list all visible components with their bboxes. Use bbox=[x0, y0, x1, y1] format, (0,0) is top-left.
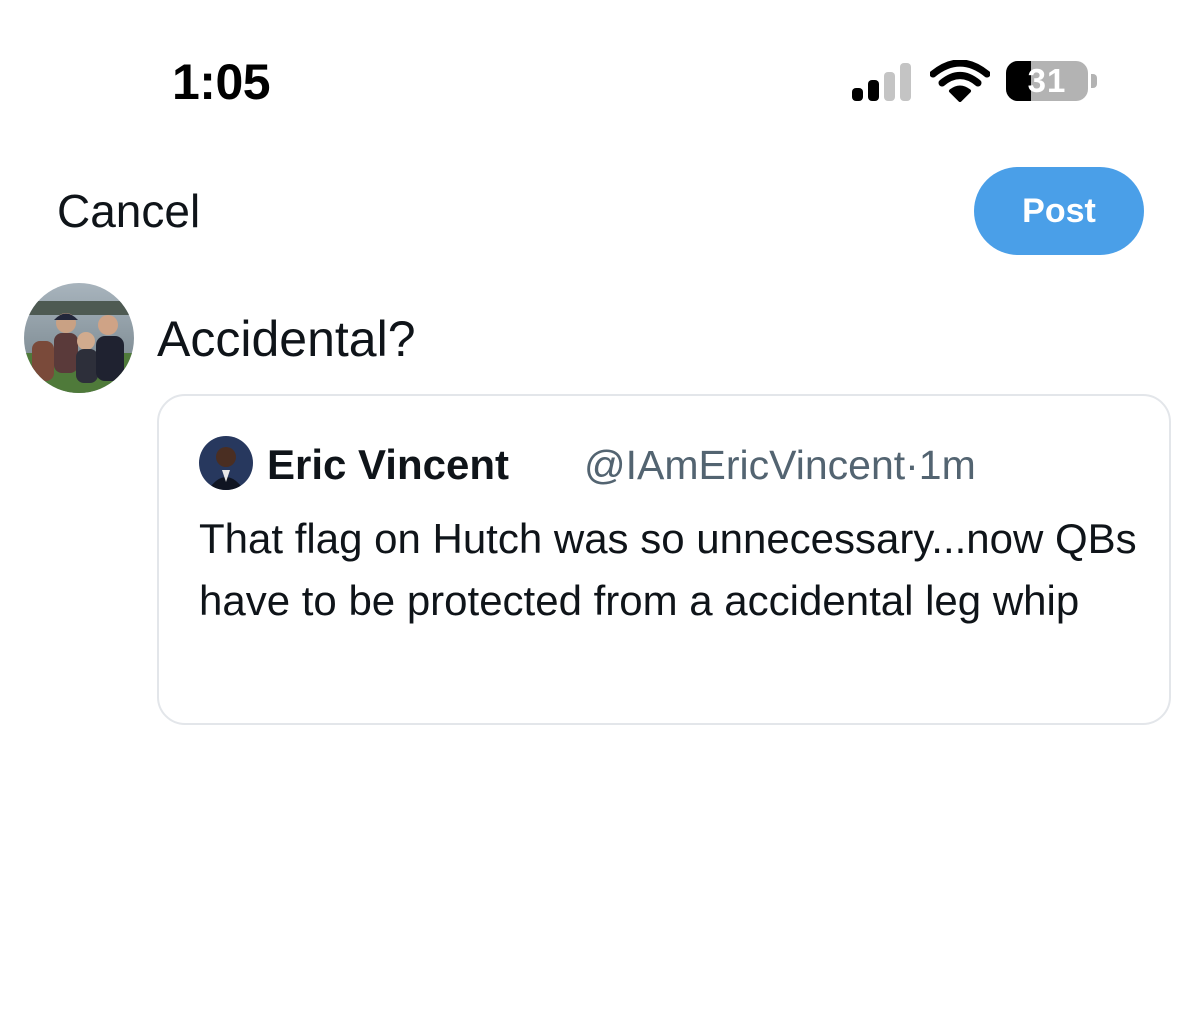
post-button[interactable]: Post bbox=[974, 167, 1144, 255]
battery-nub bbox=[1091, 74, 1097, 88]
battery-body: 31 bbox=[1006, 61, 1088, 101]
signal-bar-3 bbox=[884, 72, 895, 101]
compose-text-input[interactable]: Accidental? bbox=[157, 308, 416, 370]
cancel-button[interactable]: Cancel bbox=[57, 183, 200, 239]
battery-percent: 31 bbox=[1027, 62, 1067, 99]
user-avatar-photo bbox=[24, 283, 134, 393]
quoted-author-name: Eric Vincent bbox=[267, 441, 509, 488]
quoted-author-avatar bbox=[199, 436, 253, 490]
signal-bar-4 bbox=[900, 63, 911, 101]
wifi-icon bbox=[930, 60, 990, 102]
quoted-author-avatar-photo bbox=[199, 436, 253, 490]
quoted-author-handle-time: @IAmEricVincent·1m bbox=[584, 442, 976, 488]
compose-screen: 1:05 31 Cancel Post Accidental? Eric Vin… bbox=[0, 0, 1200, 1031]
quoted-tweet-text: That flag on Hutch was so unnecessary...… bbox=[199, 515, 1137, 624]
status-time: 1:05 bbox=[172, 54, 271, 110]
signal-bar-2 bbox=[868, 80, 879, 101]
signal-bar-1 bbox=[852, 88, 863, 101]
user-avatar[interactable] bbox=[24, 283, 134, 393]
battery-icon: 31 bbox=[1006, 61, 1098, 101]
cellular-signal-icon bbox=[852, 63, 911, 101]
quoted-tweet-header: Eric Vincent @IAmEricVincent·1m bbox=[199, 434, 1159, 494]
quoted-tweet-card[interactable]: Eric Vincent @IAmEricVincent·1m That fla… bbox=[157, 394, 1171, 725]
